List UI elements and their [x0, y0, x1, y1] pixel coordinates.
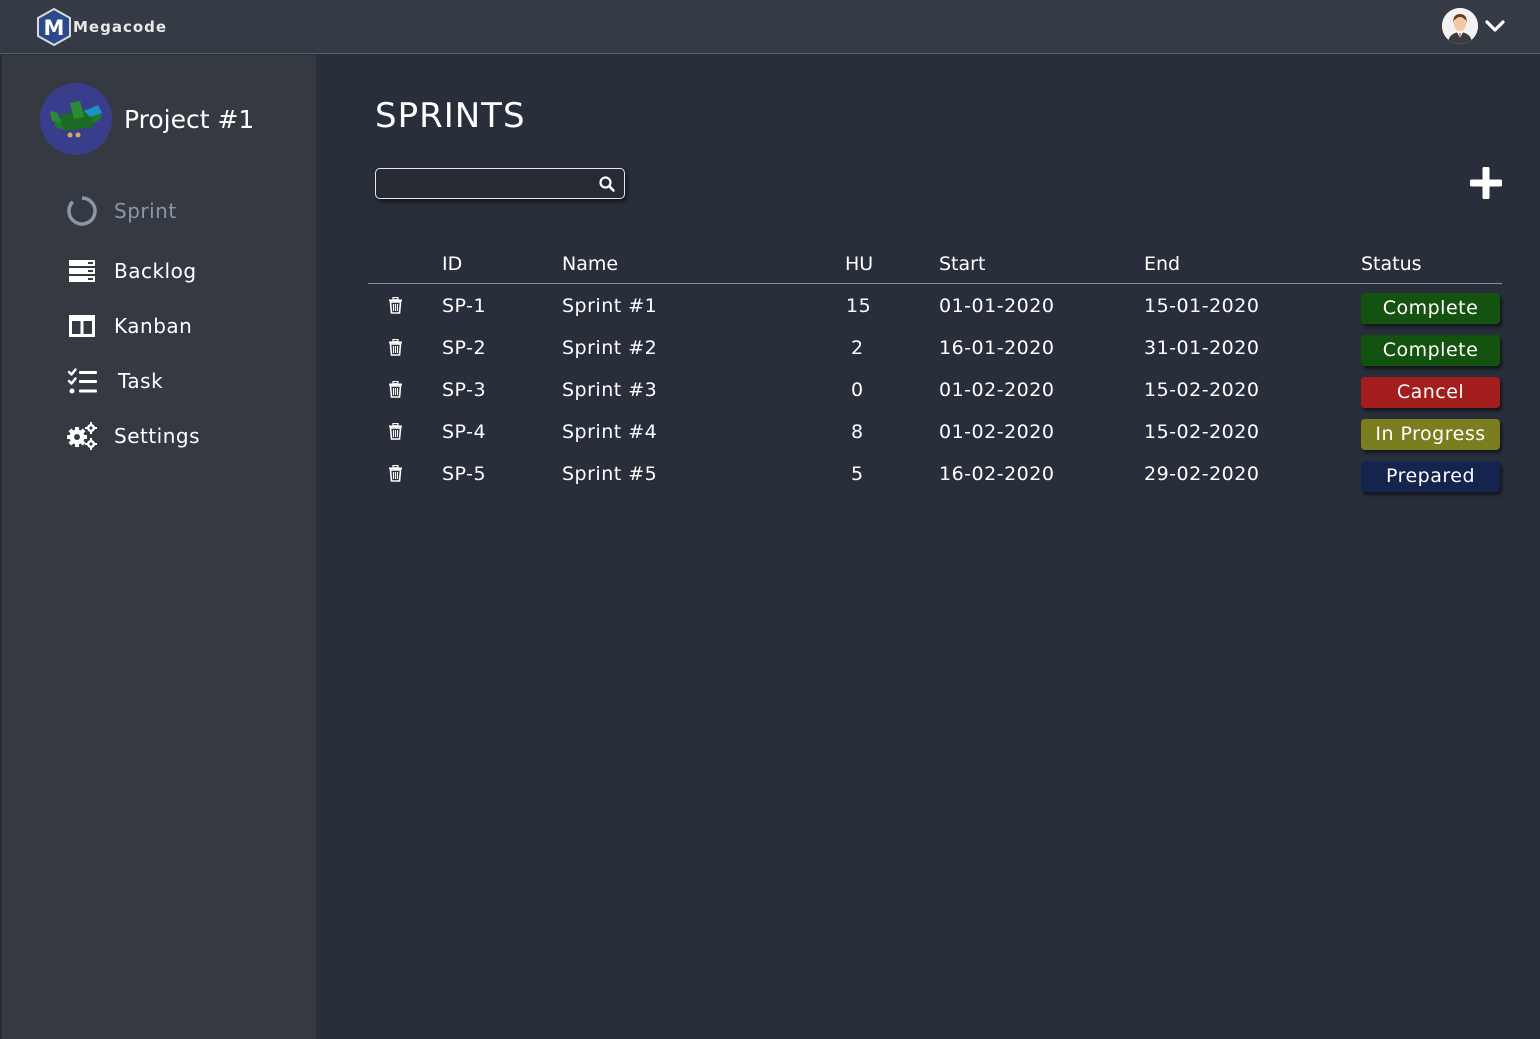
sidebar-item-task[interactable]: Task: [66, 365, 163, 397]
column-header-id[interactable]: ID: [442, 253, 462, 275]
status-badge[interactable]: In Progress: [1361, 419, 1500, 450]
cell-start: 01-02-2020: [939, 379, 1055, 401]
task-checklist-icon: [67, 368, 97, 394]
cell-start: 16-02-2020: [939, 463, 1055, 485]
cell-end: 31-01-2020: [1144, 337, 1260, 359]
trash-icon[interactable]: [388, 465, 403, 482]
sidebar-item-label: Sprint: [114, 199, 177, 223]
table-row[interactable]: SP-5 Sprint #5 5 16-02-2020 29-02-2020 P…: [368, 452, 1502, 494]
cell-name: Sprint #4: [562, 421, 658, 443]
status-badge[interactable]: Cancel: [1361, 377, 1500, 408]
column-header-name[interactable]: Name: [562, 253, 618, 275]
app-name: Megacode: [73, 18, 168, 36]
trash-icon[interactable]: [388, 381, 403, 398]
cell-hu: 2: [851, 337, 864, 359]
search-box[interactable]: [375, 168, 625, 199]
cell-name: Sprint #5: [562, 463, 658, 485]
column-header-end[interactable]: End: [1144, 253, 1180, 275]
table-row[interactable]: SP-4 Sprint #4 8 01-02-2020 15-02-2020 I…: [368, 410, 1502, 452]
backlog-list-icon: [69, 260, 95, 282]
sidebar-item-label: Settings: [114, 424, 201, 448]
cell-start: 01-02-2020: [939, 421, 1055, 443]
table-row[interactable]: SP-1 Sprint #1 15 01-01-2020 15-01-2020 …: [368, 284, 1502, 326]
column-header-start[interactable]: Start: [939, 253, 985, 275]
status-badge[interactable]: Complete: [1361, 293, 1500, 324]
cell-id: SP-4: [442, 421, 487, 443]
sprints-table: ID Name HU Start End Status SP-1 Sprint …: [368, 250, 1502, 494]
logo-letter: M: [44, 16, 65, 40]
cell-start: 01-01-2020: [939, 295, 1055, 317]
chevron-down-icon[interactable]: [1484, 15, 1506, 37]
sidebar-item-label: Kanban: [114, 314, 193, 338]
status-badge[interactable]: Prepared: [1361, 461, 1500, 492]
column-header-hu[interactable]: HU: [845, 253, 873, 275]
user-menu[interactable]: [1442, 8, 1506, 44]
cell-hu: 5: [851, 463, 864, 485]
cell-id: SP-2: [442, 337, 487, 359]
page-title: SPRINTS: [375, 96, 526, 136]
table-row[interactable]: SP-2 Sprint #2 2 16-01-2020 31-01-2020 C…: [368, 326, 1502, 368]
app-logo[interactable]: M Megacode: [36, 8, 167, 46]
sidebar: Project #1 Sprint Backlog Kanban Task Se…: [0, 55, 316, 1039]
top-bar: M Megacode: [0, 0, 1540, 54]
circle-loader-icon: [67, 196, 97, 226]
megacode-logo-icon: M: [37, 8, 71, 46]
search-input[interactable]: [382, 172, 590, 194]
cell-start: 16-01-2020: [939, 337, 1055, 359]
trash-icon[interactable]: [388, 423, 403, 440]
table-header: ID Name HU Start End Status: [368, 250, 1502, 284]
cell-id: SP-1: [442, 295, 487, 317]
cell-name: Sprint #2: [562, 337, 658, 359]
sidebar-item-kanban[interactable]: Kanban: [66, 310, 192, 342]
trash-icon[interactable]: [388, 297, 403, 314]
kanban-columns-icon: [69, 315, 95, 337]
cell-hu: 15: [846, 295, 872, 317]
cell-hu: 0: [851, 379, 864, 401]
cell-name: Sprint #3: [562, 379, 658, 401]
cell-id: SP-3: [442, 379, 487, 401]
status-badge[interactable]: Complete: [1361, 335, 1500, 366]
cell-end: 29-02-2020: [1144, 463, 1260, 485]
sidebar-item-backlog[interactable]: Backlog: [66, 255, 197, 287]
airplane-icon: [40, 83, 112, 155]
search-icon[interactable]: [598, 175, 616, 193]
user-avatar-icon[interactable]: [1442, 8, 1478, 44]
cell-name: Sprint #1: [562, 295, 658, 317]
project-header[interactable]: Project #1: [40, 83, 254, 155]
cell-end: 15-02-2020: [1144, 379, 1260, 401]
sidebar-item-settings[interactable]: Settings: [66, 420, 200, 452]
gears-icon: [67, 422, 97, 450]
trash-icon[interactable]: [388, 339, 403, 356]
column-header-status[interactable]: Status: [1361, 253, 1422, 275]
sidebar-item-label: Backlog: [114, 259, 197, 283]
table-row[interactable]: SP-3 Sprint #3 0 01-02-2020 15-02-2020 C…: [368, 368, 1502, 410]
cell-hu: 8: [851, 421, 864, 443]
cell-id: SP-5: [442, 463, 487, 485]
sidebar-item-label: Task: [118, 369, 164, 393]
sidebar-item-sprint[interactable]: Sprint: [66, 195, 177, 227]
project-name: Project #1: [124, 104, 255, 134]
cell-end: 15-01-2020: [1144, 295, 1260, 317]
cell-end: 15-02-2020: [1144, 421, 1260, 443]
add-sprint-button[interactable]: [1466, 163, 1506, 203]
